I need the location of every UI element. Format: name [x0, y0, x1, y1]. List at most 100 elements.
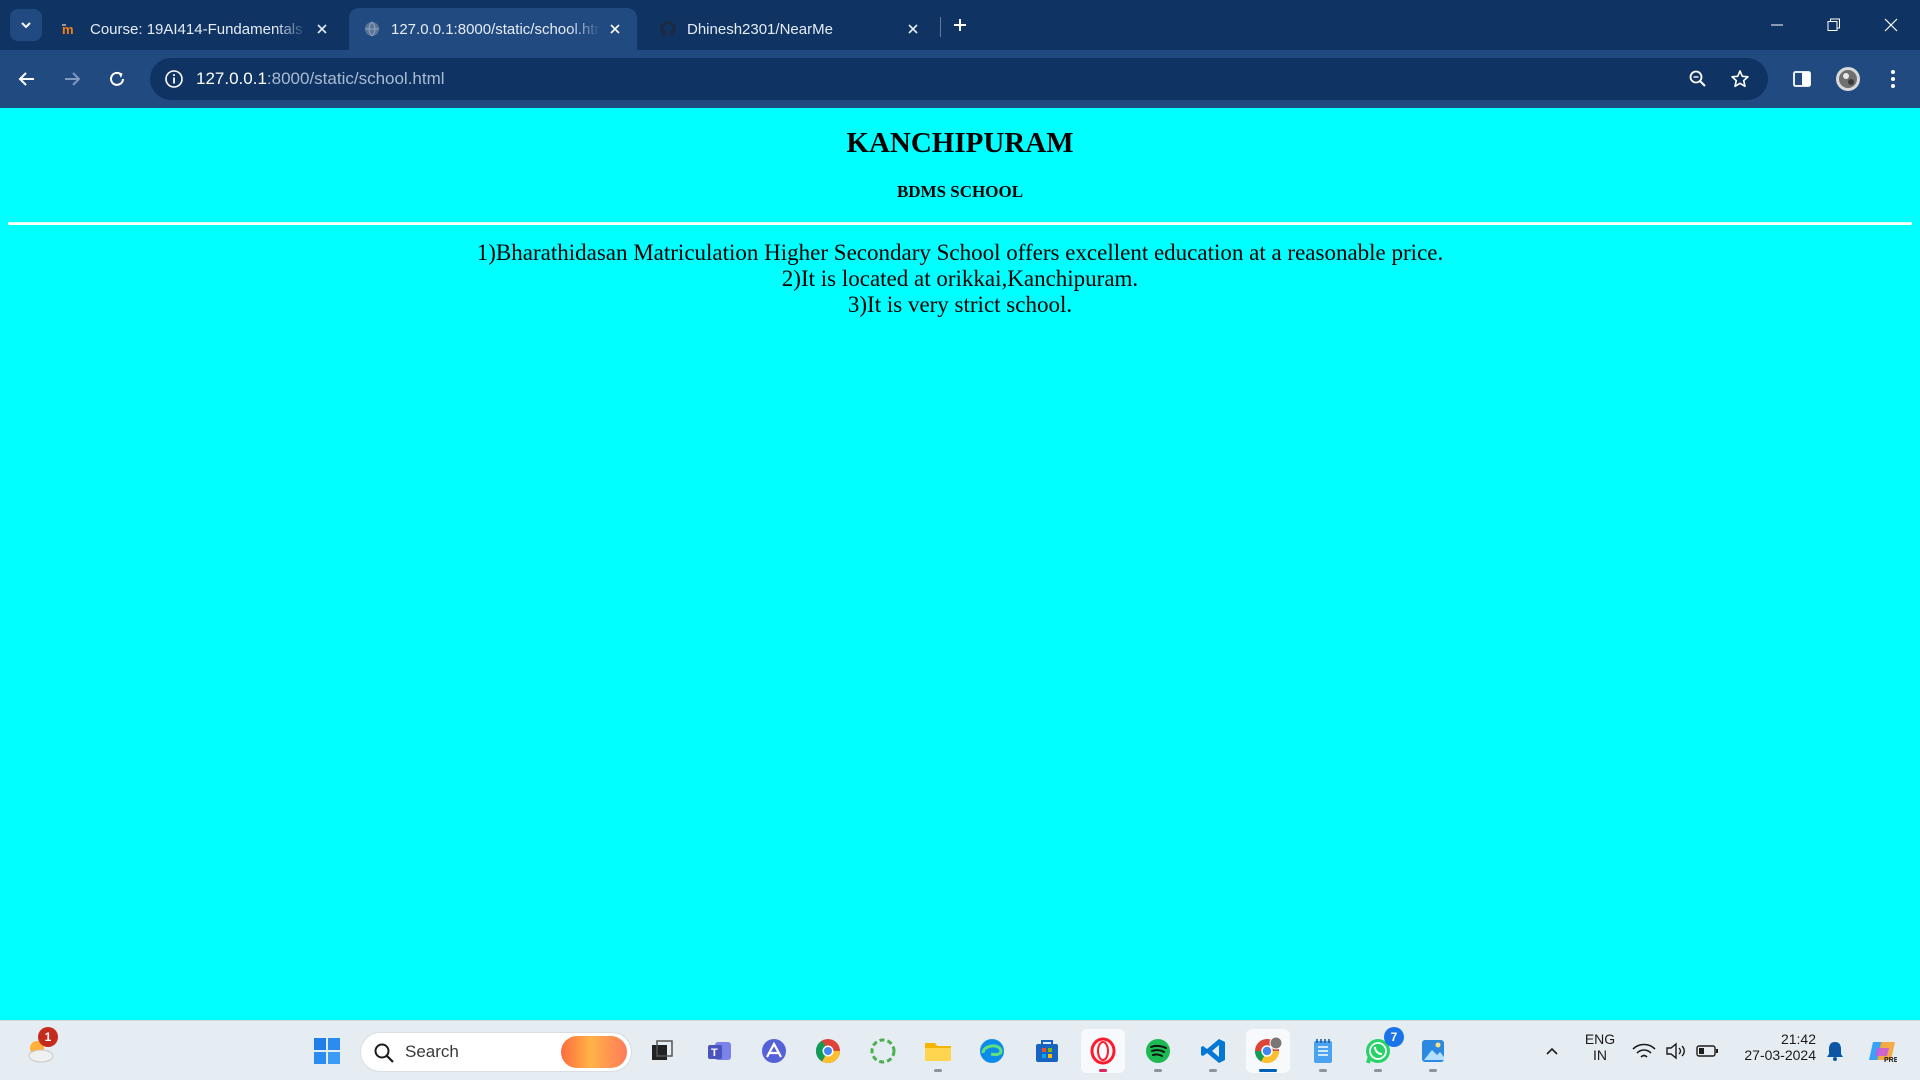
edge-icon	[980, 1039, 1004, 1063]
region-label: IN	[1593, 1047, 1607, 1063]
vscode-icon	[1201, 1039, 1225, 1063]
arrow-right-icon	[65, 72, 81, 86]
close-icon	[1884, 18, 1898, 32]
running-indicator	[934, 1069, 942, 1072]
chrome-profile-button[interactable]	[1246, 1029, 1290, 1073]
running-indicator	[1209, 1069, 1217, 1072]
star-icon	[1731, 70, 1749, 88]
menu-button[interactable]	[1876, 62, 1910, 96]
profile-button[interactable]	[1831, 62, 1865, 96]
loader-icon	[870, 1038, 896, 1064]
horizontal-rule	[8, 222, 1912, 225]
clock-date: 27-03-2024	[1744, 1047, 1816, 1063]
reload-icon	[110, 71, 124, 86]
chrome-profile-icon	[1255, 1036, 1283, 1064]
close-window-button[interactable]	[1862, 0, 1920, 50]
page-content: KANCHIPURAM BDMS SCHOOL 1)Bharathidasan …	[0, 108, 1920, 1020]
tab-search-button[interactable]	[10, 9, 42, 41]
running-indicator	[1319, 1069, 1327, 1072]
arc-icon	[762, 1039, 786, 1063]
side-panel-button[interactable]	[1785, 62, 1819, 96]
minimize-button[interactable]	[1748, 0, 1806, 50]
opera-icon	[1090, 1037, 1116, 1065]
chrome-button[interactable]	[806, 1029, 850, 1073]
language-indicator[interactable]: ENG IN	[1574, 1031, 1626, 1063]
url-host: 127.0.0.1	[196, 69, 267, 88]
vscode-button[interactable]	[1191, 1029, 1235, 1073]
language-label: ENG	[1584, 1031, 1616, 1047]
task-view-button[interactable]	[640, 1029, 684, 1073]
close-icon[interactable]	[899, 15, 927, 43]
spotify-button[interactable]	[1136, 1029, 1180, 1073]
tab-course[interactable]: m Course: 19AI414-Fundamentals	[48, 8, 344, 50]
file-explorer-icon	[925, 1043, 951, 1061]
copilot-icon: PRE	[1869, 1042, 1897, 1064]
moodle-icon: m	[62, 20, 80, 38]
svg-text:T: T	[711, 1047, 718, 1059]
store-icon	[1036, 1040, 1058, 1062]
tab-github[interactable]: Dhinesh2301/NearMe	[645, 8, 935, 50]
photos-button[interactable]	[1411, 1029, 1455, 1073]
avatar	[1836, 67, 1860, 91]
restore-icon	[1827, 18, 1840, 31]
chevron-up-icon	[1546, 1047, 1558, 1055]
taskbar-search[interactable]: Search	[360, 1032, 632, 1072]
bell-icon	[1827, 1042, 1843, 1061]
forward-button[interactable]	[55, 62, 89, 96]
clock[interactable]: 21:42 27-03-2024	[1736, 1031, 1816, 1063]
browser-toolbar: 127.0.0.1:8000/static/school.html	[0, 50, 1920, 108]
tab-title: 127.0.0.1:8000/static/school.html	[391, 20, 601, 38]
info-icon[interactable]	[162, 67, 186, 91]
weather-widget[interactable]: 1	[18, 1027, 62, 1073]
address-bar[interactable]: 127.0.0.1:8000/static/school.html	[150, 58, 1768, 100]
copilot-button[interactable]: PRE	[1860, 1029, 1904, 1073]
bookmark-button[interactable]	[1724, 63, 1756, 95]
page-heading: KANCHIPURAM	[846, 127, 1074, 159]
tab-title: Course: 19AI414-Fundamentals	[90, 20, 303, 38]
close-icon[interactable]	[308, 15, 336, 43]
store-button[interactable]	[1025, 1029, 1069, 1073]
back-button[interactable]	[10, 62, 44, 96]
arc-button[interactable]	[752, 1029, 796, 1073]
weather-badge: 1	[38, 1027, 58, 1047]
chevron-down-icon	[21, 22, 31, 29]
url-text[interactable]: 127.0.0.1:8000/static/school.html	[196, 58, 445, 100]
notifications-button[interactable]	[1813, 1029, 1857, 1073]
plus-icon	[954, 19, 966, 31]
reload-button[interactable]	[100, 62, 134, 96]
whatsapp-button[interactable]: 7	[1356, 1027, 1404, 1073]
detail-line: 2)It is located at orikkai,Kanchipuram.	[781, 266, 1139, 291]
tab-separator	[940, 17, 941, 37]
show-hidden-icons-button[interactable]	[1530, 1029, 1574, 1073]
opera-button[interactable]	[1081, 1029, 1125, 1073]
globe-icon	[363, 20, 381, 38]
windows-taskbar: 1 Search T 7 ENG IN 21:42 27-03-2024 PRE	[0, 1020, 1920, 1080]
zoom-icon	[1689, 70, 1706, 87]
new-tab-button[interactable]	[944, 11, 976, 39]
windows-start-icon	[314, 1038, 340, 1064]
close-icon[interactable]	[601, 15, 629, 43]
detail-line: 1)Bharathidasan Matriculation Higher Sec…	[476, 240, 1444, 265]
browser-tabstrip: m Course: 19AI414-Fundamentals 127.0.0.1…	[0, 0, 1920, 50]
restore-button[interactable]	[1805, 0, 1863, 50]
arrow-left-icon	[18, 72, 34, 86]
file-explorer-button[interactable]	[916, 1029, 960, 1073]
running-indicator	[1374, 1069, 1382, 1072]
github-icon	[659, 20, 677, 38]
notepad-button[interactable]	[1301, 1029, 1345, 1073]
start-button[interactable]	[305, 1029, 349, 1073]
zoom-button[interactable]	[1682, 63, 1714, 95]
running-indicator	[1154, 1069, 1162, 1072]
search-label: Search	[405, 1042, 459, 1061]
teams-button[interactable]: T	[698, 1029, 742, 1073]
minimize-icon	[1771, 24, 1783, 26]
chrome-icon	[816, 1039, 840, 1064]
loader-button[interactable]	[861, 1029, 905, 1073]
quick-settings-button[interactable]	[1626, 1029, 1732, 1073]
svg-text:PRE: PRE	[1884, 1057, 1897, 1064]
whatsapp-badge: 7	[1384, 1027, 1404, 1047]
tab-school[interactable]: 127.0.0.1:8000/static/school.html	[349, 8, 637, 50]
running-indicator	[1429, 1069, 1437, 1072]
edge-button[interactable]	[970, 1029, 1014, 1073]
photos-icon	[1422, 1040, 1444, 1062]
